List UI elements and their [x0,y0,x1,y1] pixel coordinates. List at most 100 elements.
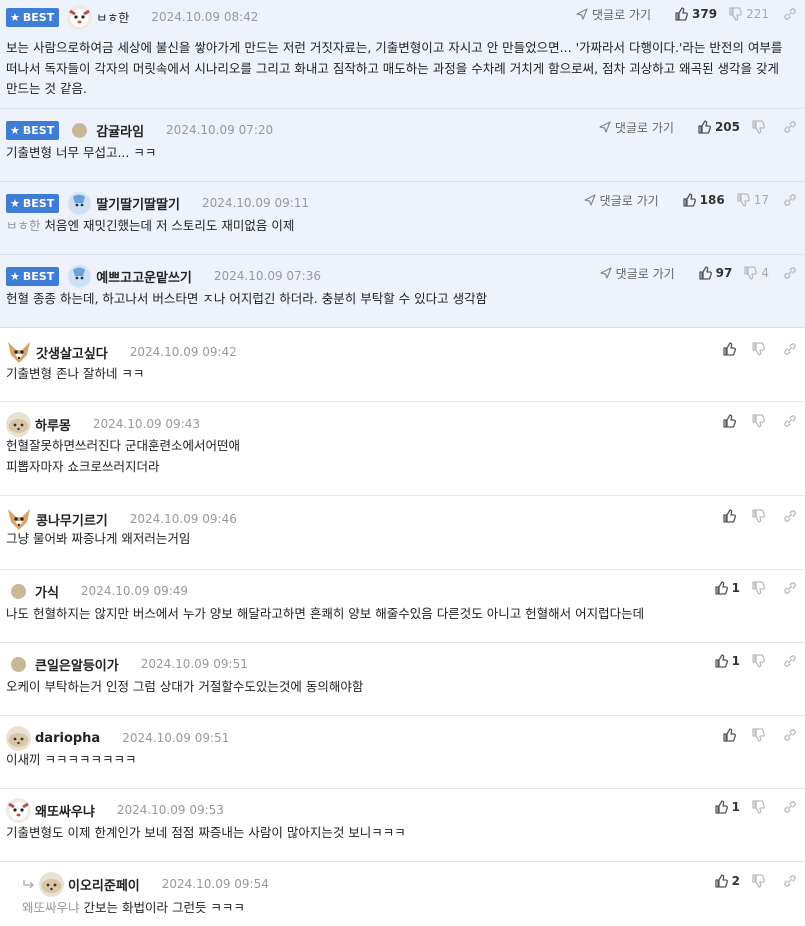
dislike-button[interactable] [750,509,769,523]
like-button[interactable] [721,728,740,742]
avatar [67,4,93,30]
dislike-button[interactable] [750,728,769,742]
nickname[interactable]: 하루몽 [35,415,71,434]
goto-reply-label: 댓글로 가기 [614,120,674,135]
comment-header: 왜또싸우냐 2024.10.09 09:53 [6,797,224,823]
like-button[interactable] [721,509,740,523]
like-button[interactable]: 186 [681,193,725,207]
comment: 가식 2024.10.09 09:49 1 나도 헌혈하지는 않지만 버스에서 누가 … [0,570,805,643]
comment-body: 처음엔 재밋긴했는데 저 스토리도 재미없음 이제 [44,218,295,233]
share-link-button[interactable] [783,800,797,814]
dislike-button[interactable] [750,414,769,428]
best-badge-label: BEST [22,269,55,283]
share-link-button[interactable] [783,342,797,356]
like-button[interactable]: 1 [713,654,740,668]
dislike-button[interactable] [750,342,769,356]
like-button[interactable]: 1 [713,581,740,595]
share-link-button[interactable] [783,728,797,742]
dislike-button[interactable] [750,800,769,814]
comment: 콩나무기르기 2024.10.09 09:46 그냥 물어봐 짜증나게 왜저러는거임 [0,496,805,570]
link-icon [784,267,796,279]
comment-date: 2024.10.09 08:42 [151,10,259,24]
like-count: 205 [714,120,740,134]
like-button[interactable]: 97 [697,266,733,280]
nickname[interactable]: 큰일은알등이가 [35,655,119,674]
goto-reply-link[interactable]: 댓글로 가기 [600,265,675,282]
share-link-button[interactable] [783,120,797,134]
thumbs-up-icon [698,120,711,134]
avatar [67,190,93,216]
dislike-button[interactable] [750,581,769,595]
dislike-button[interactable] [750,654,769,668]
share-link-button[interactable] [783,581,797,595]
like-count: 1 [731,654,740,668]
nickname[interactable]: 감귤라임 [96,121,144,140]
like-button[interactable]: 379 [673,7,717,21]
share-link-button[interactable] [783,509,797,523]
goto-reply-link[interactable]: 댓글로 가기 [599,119,674,136]
comment-text: ㅂㅎ한 처음엔 재밋긴했는데 저 스토리도 재미없음 이제 [6,216,791,237]
thumbs-down-icon [744,266,758,280]
thumbs-down-icon [752,874,765,888]
like-button[interactable] [721,414,740,428]
thumbs-up-icon [723,414,736,428]
dislike-button[interactable] [750,120,769,134]
nickname[interactable]: 왜또싸우냐 [35,801,95,820]
send-arrow-icon [600,267,612,279]
dislike-button[interactable] [750,874,769,888]
comment-actions [711,411,797,431]
comment-date: 2024.10.09 09:43 [92,417,200,431]
nickname[interactable]: 예쁘고고운맡쓰기 [96,267,192,286]
goto-reply-link[interactable]: 댓글로 가기 [584,192,659,209]
nickname[interactable]: 딸기딸기딸딸기 [96,194,180,213]
share-link-button[interactable] [783,414,797,428]
dislike-button[interactable]: 17 [735,193,769,207]
nickname[interactable]: 콩나무기르기 [36,510,108,529]
goto-reply-label: 댓글로 가기 [599,193,659,208]
dislike-button[interactable]: 4 [742,266,769,280]
goto-reply-link[interactable]: 댓글로 가기 [576,6,651,23]
dislike-button[interactable]: 221 [727,7,769,21]
nickname[interactable]: 가식 [35,582,59,601]
comment-date: 2024.10.09 09:54 [161,877,269,891]
share-link-button[interactable] [783,193,797,207]
best-comment: ★ BEST 예쁘고고운맡쓰기 2024.10.09 07:36 댓글로 가기 97 4 헌혈… [0,255,805,328]
thumbs-up-icon [675,7,688,21]
comment-text: 오케이 부탁하는거 인정 그럼 상대가 거절할수도있는것에 동의해야함 [6,677,791,698]
like-button[interactable]: 2 [713,874,740,888]
like-button[interactable] [721,342,740,356]
share-link-button[interactable] [783,266,797,280]
star-icon: ★ [10,269,20,283]
comment-text: 헌혈잘못하면쓰러진다 군대훈련소에서어떤애 피뽑자마자 쇼크로쓰러지더라 [6,436,791,477]
mention[interactable]: 왜또싸우냐 [22,900,80,915]
pony-avatar-icon [68,192,91,214]
thumbs-up-icon [723,728,736,742]
nickname[interactable]: dariopha [35,731,100,746]
avatar [67,263,93,289]
comment-body: 기출변형도 이제 한계인가 보네 점점 짜증내는 사람이 많아지는것 보니ㅋㅋㅋ [6,825,406,840]
share-link-button[interactable] [783,654,797,668]
comment-body: 헌혈잘못하면쓰러진다 군대훈련소에서어떤애 피뽑자마자 쇼크로쓰러지더라 [6,438,240,474]
comment-actions [711,506,797,526]
comment-body: 그냥 물어봐 짜증나게 왜저러는거임 [6,531,191,546]
mention[interactable]: ㅂㅎ한 [6,218,41,233]
like-button[interactable]: 205 [696,120,740,134]
thumbs-up-icon [714,654,728,668]
fennec-avatar-icon [8,342,30,363]
like-count: 97 [715,266,733,280]
share-link-button[interactable] [783,874,797,888]
comment-actions: 댓글로 가기 97 4 [600,263,797,283]
thumbs-down-icon [752,342,765,356]
reply-arrow-icon [23,879,34,888]
nickname[interactable]: ㅂㅎ한 [96,9,129,26]
nickname[interactable]: 이오리준페이 [68,875,140,894]
nickname[interactable]: 갓생살고싶다 [36,343,108,362]
like-button[interactable]: 1 [713,800,740,814]
share-link-button[interactable] [783,7,797,21]
avatar [6,340,32,364]
comment-body: 보는 사람으로하여금 세상에 불신을 쌓아가게 만드는 저런 거짓자료는, 기출… [6,40,783,96]
best-comment: ★ BEST ㅂㅎ한 2024.10.09 08:42 댓글로 가기 379 221 보는 사… [0,0,805,109]
avatar [6,411,31,437]
comment-actions [711,339,797,359]
comment-date: 2024.10.09 09:49 [80,584,189,598]
